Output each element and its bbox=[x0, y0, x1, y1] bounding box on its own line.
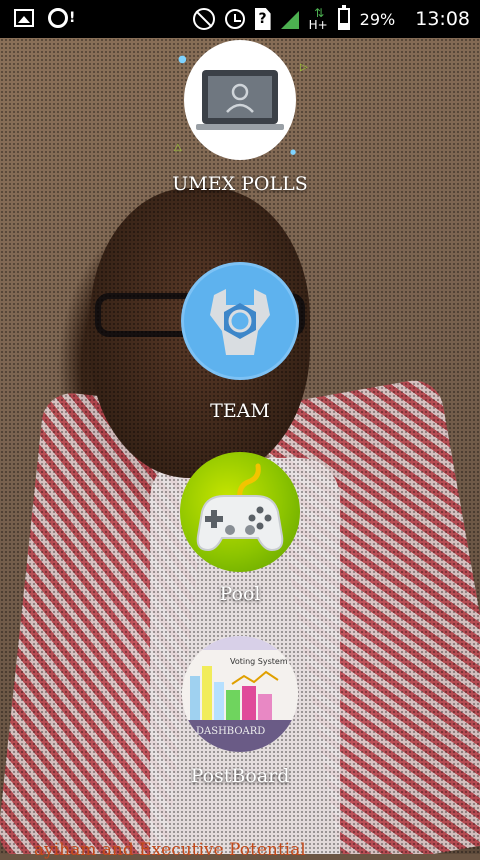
postboard-thumb-caption: DASHBOARD bbox=[196, 726, 265, 737]
network-type-icon: ⇅ H+ bbox=[309, 7, 328, 31]
postboard-thumb-title: Voting System bbox=[230, 657, 288, 666]
network-type-label: H+ bbox=[308, 18, 328, 32]
signal-icon bbox=[280, 11, 299, 29]
sparkle-decoration: ● bbox=[290, 148, 297, 156]
gallery-notification-icon bbox=[14, 9, 34, 27]
menu-label-postboard[interactable]: PostBoard bbox=[0, 765, 480, 787]
battery-percent: 29% bbox=[359, 9, 396, 29]
clock: 13:08 bbox=[415, 8, 470, 30]
wrench-nut-icon[interactable] bbox=[181, 262, 299, 380]
battery-fill bbox=[339, 22, 348, 28]
status-bar: ? ⇅ H+ 29% 13:08 bbox=[0, 0, 480, 38]
laptop-user-icon[interactable] bbox=[184, 40, 296, 160]
sparkle-decoration: △ bbox=[174, 142, 182, 153]
media-alert-notification-icon bbox=[48, 7, 75, 29]
battery-icon bbox=[337, 5, 350, 30]
menu-label-umex-polls[interactable]: UMEX POLLS bbox=[0, 173, 480, 195]
do-not-disturb-icon bbox=[192, 8, 215, 30]
sim-icon: ? bbox=[254, 8, 271, 30]
sparkle-decoration: ● bbox=[178, 54, 187, 65]
sparkle-decoration: ▷ bbox=[300, 62, 308, 73]
background-caption-text: ayiham and Executive Potential bbox=[34, 840, 306, 860]
dashboard-thumbnail-icon[interactable]: Voting System DASHBOARD bbox=[182, 636, 298, 752]
menu-label-team[interactable]: TEAM bbox=[0, 400, 480, 422]
gamepad-icon[interactable] bbox=[180, 452, 300, 572]
menu-label-pool[interactable]: Pool bbox=[0, 583, 480, 605]
alarm-icon bbox=[224, 9, 245, 29]
